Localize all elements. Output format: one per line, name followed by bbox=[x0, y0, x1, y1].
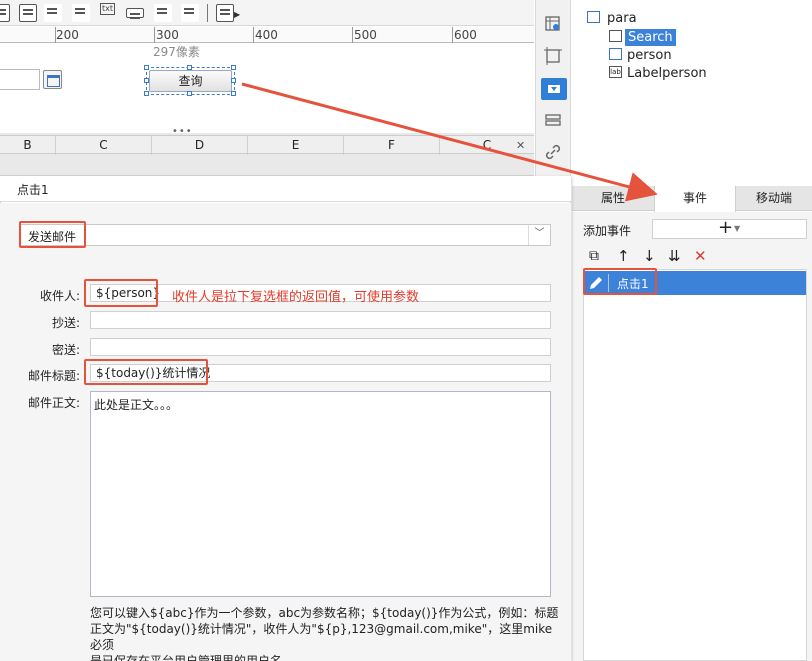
event-list bbox=[583, 269, 807, 661]
column-header[interactable]: E bbox=[248, 136, 344, 155]
control-widget-icon[interactable] bbox=[541, 78, 567, 100]
widget-toolbar: txt ▶ bbox=[0, 0, 534, 26]
bcc-label: 密送: bbox=[51, 343, 80, 357]
password-icon[interactable] bbox=[126, 8, 144, 18]
resize-handle[interactable] bbox=[144, 91, 149, 96]
column-header[interactable]: B bbox=[0, 136, 56, 155]
column-header[interactable]: F bbox=[344, 136, 440, 155]
ruler-tick bbox=[352, 27, 353, 43]
column-header[interactable]: D bbox=[152, 136, 248, 155]
combo-widget-icon bbox=[609, 48, 622, 60]
tree-item-labelperson[interactable]: Labelperson bbox=[627, 65, 707, 82]
link-icon[interactable] bbox=[544, 143, 562, 161]
form-icon bbox=[587, 11, 600, 23]
dialog-title-bar bbox=[0, 176, 571, 202]
horizontal-ruler: 200 300 400 500 600 bbox=[0, 27, 534, 43]
tree-icon[interactable] bbox=[181, 4, 199, 22]
add-event-label: 添加事件 bbox=[583, 224, 632, 238]
property-tabs: 属性 事件 移动端 bbox=[572, 186, 812, 212]
widget-icon[interactable] bbox=[0, 4, 10, 22]
ruler-tick bbox=[154, 27, 155, 43]
chevron-down-icon[interactable]: ▼ bbox=[734, 224, 740, 233]
canvas-text-field[interactable] bbox=[0, 69, 40, 90]
more-widgets-icon[interactable] bbox=[216, 4, 234, 22]
ruler-label: 600 bbox=[454, 28, 477, 42]
ruler-label: 200 bbox=[56, 28, 79, 42]
resize-handle[interactable] bbox=[187, 91, 192, 96]
designer-window: txt ▶ 200 300 400 500 600 297像素 查询 ••• B… bbox=[0, 0, 812, 661]
list-icon[interactable] bbox=[19, 4, 37, 22]
resize-handle[interactable] bbox=[144, 65, 149, 70]
delete-icon[interactable]: ✕ bbox=[694, 245, 707, 267]
chevron-down-icon[interactable]: ﹀ bbox=[528, 225, 550, 245]
toolbar-divider bbox=[207, 4, 208, 22]
callout-recipient bbox=[84, 279, 158, 307]
layer-icon[interactable] bbox=[544, 111, 562, 129]
help-text: 您可以键入${abc}作为一个参数，abc为参数名称；${today()}作为公… bbox=[90, 605, 560, 661]
ruler-label: 300 bbox=[156, 28, 179, 42]
move-down-icon[interactable]: ↓ bbox=[643, 245, 656, 267]
query-button[interactable]: 查询 bbox=[149, 70, 232, 92]
help-line: 您可以键入${abc}作为一个参数，abc为参数名称；${today()}作为公… bbox=[90, 606, 559, 620]
dialog-title: 点击1 bbox=[17, 183, 49, 197]
help-line: 是已保存在平台用户管理里的用户名 bbox=[90, 654, 283, 661]
body-label: 邮件正文: bbox=[27, 396, 80, 410]
resize-handle[interactable] bbox=[231, 91, 236, 96]
radio-list-icon[interactable] bbox=[44, 4, 62, 22]
ruler-tick bbox=[452, 27, 453, 43]
resize-handle[interactable] bbox=[144, 78, 149, 83]
tree-item-person[interactable]: person bbox=[627, 47, 672, 64]
bcc-input[interactable] bbox=[90, 338, 551, 356]
search-widget-icon bbox=[609, 30, 622, 42]
tree-item-para[interactable]: para bbox=[607, 10, 637, 27]
tab-properties[interactable]: 属性 bbox=[572, 186, 654, 211]
resize-handle[interactable] bbox=[187, 65, 192, 70]
copy-icon[interactable]: ⧉ bbox=[589, 245, 599, 267]
add-event-plus-icon[interactable]: + bbox=[718, 218, 733, 238]
design-canvas[interactable] bbox=[0, 44, 534, 130]
resize-handle[interactable] bbox=[231, 78, 236, 83]
grid-settings-icon[interactable] bbox=[544, 15, 562, 33]
ruler-label: 500 bbox=[354, 28, 377, 42]
tab-events[interactable]: 事件 bbox=[654, 186, 736, 212]
ruler-label: 400 bbox=[255, 28, 278, 42]
text-icon[interactable]: txt bbox=[100, 3, 116, 15]
cc-label: 抄送: bbox=[51, 316, 80, 330]
callout-event-item bbox=[583, 268, 657, 295]
grid-column-header: B C D E F C bbox=[0, 135, 534, 155]
move-up-icon[interactable]: ↑ bbox=[617, 245, 630, 267]
date-picker-icon[interactable] bbox=[43, 70, 62, 89]
callout-action bbox=[19, 221, 86, 248]
subject-label: 邮件标题: bbox=[27, 369, 80, 383]
checkbox-list-icon[interactable] bbox=[72, 4, 90, 22]
recipient-annotation: 收件人是拉下复选框的返回值，可使用参数 bbox=[172, 290, 420, 305]
column-header[interactable]: C bbox=[56, 136, 152, 155]
tab-mobile[interactable]: 移动端 bbox=[736, 186, 812, 211]
recipient-label: 收件人: bbox=[39, 289, 80, 303]
label-widget-icon: lab bbox=[609, 66, 622, 78]
widget-tree bbox=[572, 0, 812, 186]
checkbox-icon[interactable] bbox=[154, 4, 172, 22]
callout-subject bbox=[84, 359, 208, 385]
body-textarea[interactable]: 此处是正文。。。 bbox=[90, 391, 551, 597]
help-line: 正文为"${today()}统计情况"，收件人为"${p},123@gmail.… bbox=[90, 622, 553, 652]
resize-handle[interactable] bbox=[231, 65, 236, 70]
event-toolbar: ⧉ ↑ ↓ ⇊ ✕ bbox=[583, 245, 807, 269]
tree-item-search[interactable]: Search bbox=[625, 29, 676, 46]
ruler-tick bbox=[253, 27, 254, 43]
move-bottom-icon[interactable]: ⇊ bbox=[668, 245, 681, 267]
cc-input[interactable] bbox=[90, 311, 551, 329]
toolbar-more-arrow-icon[interactable]: ▶ bbox=[234, 10, 240, 19]
grid-close-icon[interactable]: ✕ bbox=[516, 139, 525, 152]
frame-icon[interactable] bbox=[544, 47, 562, 65]
pixel-position-hint: 297像素 bbox=[153, 45, 200, 59]
action-type-select[interactable] bbox=[20, 224, 551, 246]
